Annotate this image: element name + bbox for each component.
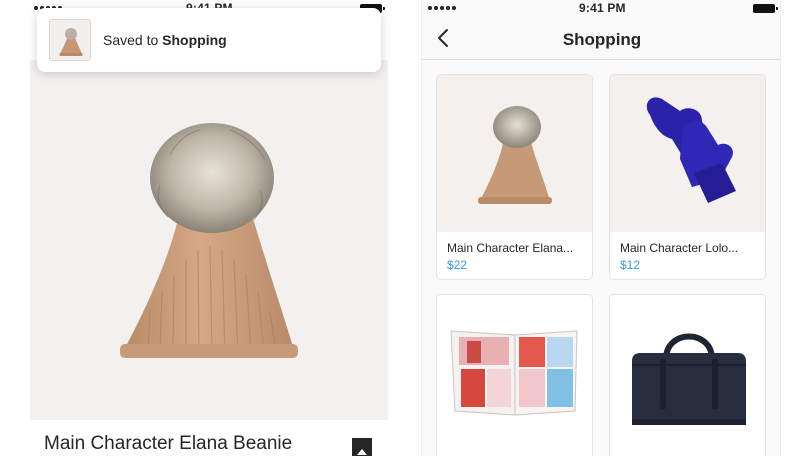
product-thumbnail xyxy=(610,295,765,452)
status-time: 9:41 PM xyxy=(579,1,626,15)
battery-icon xyxy=(753,4,778,13)
shopping-collection-screen: 9:41 PM Shopping Main Character Elana...… xyxy=(421,0,781,456)
product-name: Main Character Elana... xyxy=(447,241,574,255)
product-image[interactable] xyxy=(30,60,388,420)
product-card[interactable]: Main Character Lolo... $12 xyxy=(609,74,766,280)
beanie-illustration xyxy=(120,123,298,358)
product-price: $12 xyxy=(620,258,641,272)
page-title: Shopping xyxy=(562,30,642,49)
product-thumbnail xyxy=(437,75,592,232)
product-title: Main Character Elana Beanie xyxy=(44,433,293,454)
toast-collection-link[interactable]: Shopping xyxy=(162,32,227,48)
product-thumbnail xyxy=(437,295,592,452)
product-price: $22 xyxy=(447,258,468,272)
duffel-bag-image xyxy=(632,333,746,425)
product-thumbnail xyxy=(610,75,765,232)
product-card[interactable] xyxy=(609,294,766,456)
beanie-thumbnail-icon xyxy=(59,28,83,56)
beanie-image xyxy=(478,106,552,204)
bookmark-icon[interactable] xyxy=(352,438,372,456)
signal-strength-icon xyxy=(428,6,456,10)
product-name: Main Character Lolo... xyxy=(620,241,739,255)
toast-message: Saved to Shopping xyxy=(103,32,227,48)
product-card[interactable] xyxy=(436,294,593,456)
toast-thumbnail xyxy=(49,19,91,61)
book-image xyxy=(450,330,578,416)
saved-toast[interactable]: Saved to Shopping xyxy=(37,8,381,72)
toast-prefix: Saved to xyxy=(103,32,163,48)
mittens-image xyxy=(646,97,736,203)
product-card[interactable]: Main Character Elana... $22 xyxy=(436,74,593,280)
nav-header: 9:41 PM Shopping xyxy=(422,0,780,60)
